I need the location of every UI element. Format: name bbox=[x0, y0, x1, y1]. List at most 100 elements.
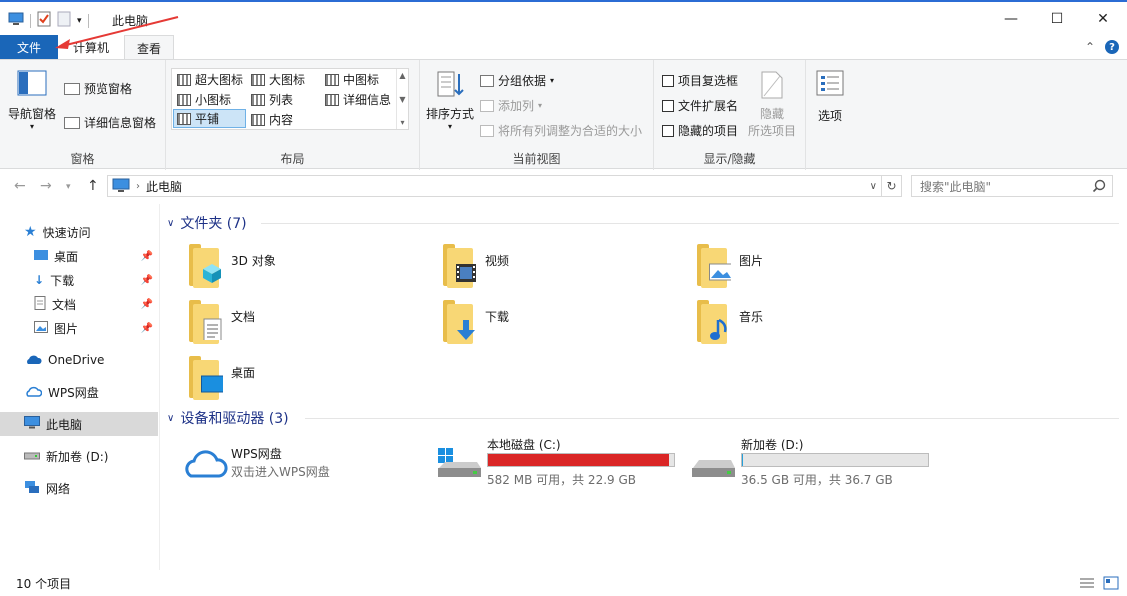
file-extensions-toggle[interactable]: 文件扩展名 bbox=[662, 97, 738, 114]
layout-item-label: 内容 bbox=[269, 113, 294, 127]
section-heading: 文件夹 (7) bbox=[180, 216, 247, 232]
drive-d-tile[interactable]: 新加卷 (D:) 36.5 GB 可用，共 36.7 GB bbox=[691, 436, 941, 487]
pin-icon[interactable]: 📌 bbox=[141, 251, 153, 262]
chevron-down-icon: ▾ bbox=[30, 122, 35, 131]
details-pane-button[interactable]: 详细信息窗格 bbox=[64, 114, 156, 131]
folder-name: 音乐 bbox=[739, 310, 764, 324]
gallery-expand-icon[interactable]: ▾ bbox=[400, 118, 404, 127]
extra-large-icons-icon bbox=[177, 73, 191, 86]
sidebar-item-label: 桌面 bbox=[54, 249, 79, 264]
tab-computer[interactable]: 计算机 bbox=[60, 35, 122, 59]
breadcrumb-this-pc[interactable]: 此电脑 bbox=[146, 178, 182, 195]
layout-list[interactable]: 列表 bbox=[248, 90, 320, 109]
folder-music[interactable]: 音乐 bbox=[695, 300, 935, 352]
scroll-down-icon[interactable]: ▼ bbox=[399, 95, 405, 104]
checkbox[interactable] bbox=[662, 124, 674, 137]
sidebar-item-network[interactable]: 网络 bbox=[0, 476, 158, 500]
address-dropdown-icon[interactable]: ∨ bbox=[870, 181, 877, 192]
item-checkboxes-toggle[interactable]: 项目复选框 bbox=[662, 72, 738, 89]
folder-downloads[interactable]: 下载 bbox=[441, 300, 681, 352]
fit-columns-button[interactable]: 将所有列调整为合适的大小 bbox=[480, 122, 642, 139]
checkbox[interactable] bbox=[662, 74, 674, 87]
up-arrow-icon[interactable]: ↑ bbox=[87, 178, 99, 194]
maximize-button[interactable]: ☐ bbox=[1034, 4, 1080, 34]
options-button[interactable]: 选项 bbox=[816, 70, 844, 124]
folder-pictures[interactable]: 图片 bbox=[695, 244, 935, 296]
chevron-down-icon: ▾ bbox=[448, 122, 453, 131]
network-icon bbox=[24, 480, 40, 497]
preview-pane-button[interactable]: 预览窗格 bbox=[64, 80, 132, 97]
sidebar-item-pictures[interactable]: 图片 📌 bbox=[0, 316, 158, 340]
sidebar-item-label: 新加卷 (D:) bbox=[46, 449, 109, 464]
close-button[interactable]: ✕ bbox=[1080, 4, 1126, 34]
folder-icon bbox=[187, 244, 223, 288]
sidebar-item-onedrive[interactable]: OneDrive bbox=[0, 348, 158, 372]
large-icons-view-icon[interactable] bbox=[1103, 576, 1119, 593]
tab-file[interactable]: 文件 bbox=[0, 35, 58, 59]
layout-small-icons[interactable]: 小图标 bbox=[174, 90, 246, 109]
layout-extra-large-icons[interactable]: 超大图标 bbox=[174, 70, 246, 89]
customize-toolbar-icon[interactable]: ▾ bbox=[77, 16, 82, 26]
group-label: 显示/隐藏 bbox=[703, 152, 756, 166]
add-column-button[interactable]: 添加列 ▾ bbox=[480, 97, 542, 114]
options-label: 选项 bbox=[817, 109, 842, 123]
sort-by-button[interactable]: 排序方式 ▾ bbox=[426, 70, 474, 131]
folders-section-header[interactable]: ∨ 文件夹 (7) bbox=[167, 212, 247, 234]
tab-view[interactable]: 查看 bbox=[124, 35, 174, 60]
group-by-button[interactable]: 分组依据 ▾ bbox=[480, 72, 554, 89]
forward-arrow-icon[interactable]: → bbox=[40, 178, 52, 194]
desktop-icon bbox=[34, 249, 48, 264]
toolbar-separator bbox=[30, 13, 31, 28]
properties-icon[interactable] bbox=[37, 11, 51, 30]
back-arrow-icon[interactable]: ← bbox=[14, 178, 26, 194]
pane-group: 导航窗格 ▾ 预览窗格 详细信息窗格 窗格 bbox=[0, 60, 166, 170]
drive-c-tile[interactable]: 本地磁盘 (C:) 582 MB 可用，共 22.9 GB bbox=[437, 436, 687, 487]
sidebar-item-this-pc[interactable]: 此电脑 bbox=[0, 412, 158, 436]
sidebar-item-downloads[interactable]: ↓ 下载 📌 bbox=[0, 268, 158, 292]
sidebar-item-new-volume[interactable]: 新加卷 (D:) bbox=[0, 444, 158, 468]
new-folder-icon[interactable] bbox=[57, 11, 71, 30]
details-view-icon[interactable] bbox=[1079, 576, 1095, 593]
hide-selected-button[interactable]: 隐藏 所选项目 bbox=[748, 70, 796, 139]
sidebar-item-wps-drive[interactable]: WPS网盘 bbox=[0, 380, 158, 404]
help-icon[interactable]: ? bbox=[1105, 40, 1119, 54]
pin-icon[interactable]: 📌 bbox=[141, 275, 153, 286]
folder-videos[interactable]: 视频 bbox=[441, 244, 681, 296]
layout-large-icons[interactable]: 大图标 bbox=[248, 70, 320, 89]
sort-icon bbox=[436, 70, 464, 101]
layout-content[interactable]: 内容 bbox=[248, 110, 320, 129]
devices-section-header[interactable]: ∨ 设备和驱动器 (3) bbox=[167, 407, 289, 429]
checkbox[interactable] bbox=[662, 99, 674, 112]
sidebar-item-desktop[interactable]: 桌面 📌 bbox=[0, 244, 158, 268]
collapse-ribbon-icon[interactable]: ⌃ bbox=[1085, 40, 1095, 54]
search-icon[interactable] bbox=[1092, 179, 1106, 196]
pin-icon[interactable]: 📌 bbox=[141, 299, 153, 310]
nav-pane-button[interactable]: 导航窗格 ▾ bbox=[8, 70, 56, 131]
folder-documents[interactable]: 文档 bbox=[187, 300, 427, 352]
layout-item-label: 详细信息 bbox=[343, 93, 392, 107]
windows-drive-icon bbox=[438, 448, 481, 477]
recent-locations-icon[interactable]: ▾ bbox=[66, 182, 71, 192]
minimize-button[interactable]: — bbox=[988, 4, 1034, 34]
refresh-icon[interactable]: ↻ bbox=[882, 175, 902, 197]
layout-tiles[interactable]: 平铺 bbox=[173, 109, 246, 128]
folder-desktop[interactable]: 桌面 bbox=[187, 356, 427, 408]
search-input[interactable]: 搜索"此电脑" bbox=[911, 175, 1113, 197]
computer-icon[interactable] bbox=[8, 12, 24, 29]
wps-drive-tile[interactable]: WPS网盘 双击进入WPS网盘 bbox=[181, 442, 431, 492]
address-bar[interactable]: › 此电脑 ∨ bbox=[107, 175, 882, 197]
sidebar-item-quick-access[interactable]: ★ 快速访问 bbox=[0, 220, 158, 244]
section-divider bbox=[305, 418, 1119, 419]
sidebar-item-documents[interactable]: 文档 📌 bbox=[0, 292, 158, 316]
preview-pane-icon bbox=[64, 82, 80, 95]
breadcrumb-chevron-icon[interactable]: › bbox=[136, 181, 140, 192]
scroll-up-icon[interactable]: ▲ bbox=[399, 71, 405, 80]
layout-medium-icons[interactable]: 中图标 bbox=[322, 70, 394, 89]
layout-details[interactable]: 详细信息 bbox=[322, 90, 394, 109]
wps-cloud-icon bbox=[24, 385, 43, 400]
layout-gallery-scroll[interactable]: ▲ ▼ ▾ bbox=[396, 69, 408, 129]
hidden-items-toggle[interactable]: 隐藏的项目 bbox=[662, 122, 738, 139]
pin-icon[interactable]: 📌 bbox=[141, 323, 153, 334]
folder-3d-objects[interactable]: 3D 对象 bbox=[187, 244, 427, 296]
folder-icon bbox=[187, 300, 223, 344]
